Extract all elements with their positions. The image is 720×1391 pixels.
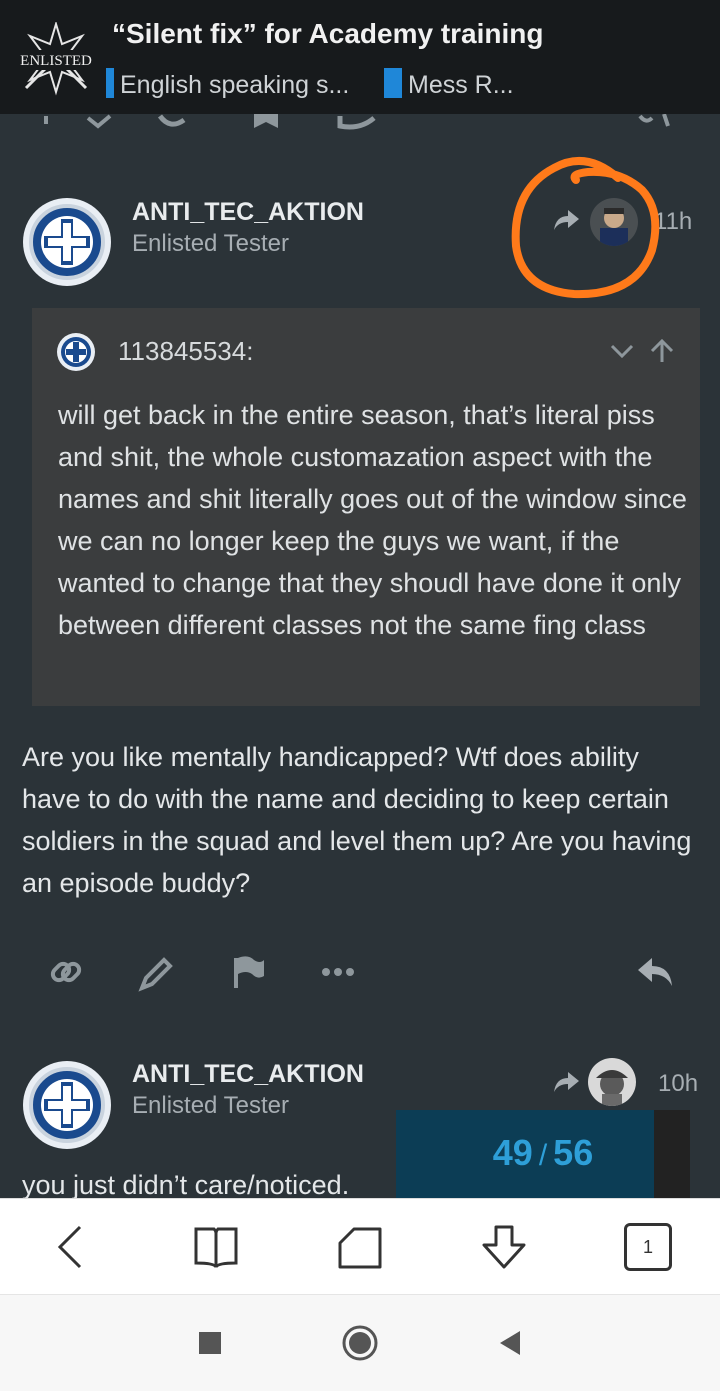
flag-icon[interactable] (228, 950, 268, 994)
progress-current: 49 (492, 1132, 533, 1173)
back-icon[interactable] (48, 1223, 96, 1271)
tab-count: 1 (642, 1237, 653, 1257)
circle-annotation (511, 157, 660, 299)
enlisted-logo[interactable]: ENLISTED (18, 22, 94, 98)
category-label: English speaking s... (120, 71, 350, 99)
home-icon[interactable] (336, 1223, 384, 1271)
post-body: Are you like mentally handicapped? Wtf d… (22, 742, 692, 898)
username[interactable]: ANTI_TEC_AKTION (132, 1060, 364, 1089)
edit-icon[interactable] (136, 950, 176, 994)
reply-to-icon[interactable] (552, 208, 580, 232)
user-avatar[interactable] (22, 197, 112, 287)
home-button-icon[interactable] (340, 1323, 380, 1363)
category-label: Mess R... (408, 71, 514, 99)
post-time[interactable]: 11h (654, 208, 692, 236)
link-icon[interactable] (46, 950, 86, 994)
topic-progress[interactable]: 49/56 (396, 1110, 690, 1200)
quote-block: 113845534: will get back in the entire s… (32, 308, 700, 706)
post-actions (0, 950, 720, 1000)
quote-expand-icons[interactable] (606, 338, 676, 364)
reply-icon[interactable] (636, 950, 676, 994)
category-badge-english[interactable]: English speaking s... (106, 68, 349, 100)
progress-separator: / (538, 1139, 548, 1172)
browser-toolbar: 1 (0, 1198, 720, 1295)
progress-total: 56 (553, 1132, 594, 1173)
download-icon[interactable] (480, 1223, 528, 1271)
replied-user-avatar[interactable] (590, 198, 638, 246)
recents-icon[interactable] (190, 1323, 230, 1363)
user-title: Enlisted Tester (132, 230, 289, 257)
category-badge-mess[interactable]: Mess R... (384, 68, 514, 100)
progress-edge (654, 1110, 690, 1200)
progress-count: 49/56 (396, 1132, 690, 1174)
quoted-username: 113845534: (118, 336, 254, 366)
replied-user-avatar[interactable] (588, 1058, 636, 1106)
reply-to-icon[interactable] (552, 1070, 580, 1094)
topic-title[interactable]: “Silent fix” for Academy training (112, 18, 543, 50)
username[interactable]: ANTI_TEC_AKTION (132, 198, 364, 227)
svg-text:ENLISTED: ENLISTED (20, 53, 92, 69)
topic-header: ENLISTED “Silent fix” for Academy traini… (0, 0, 720, 114)
quoted-text: will get back in the entire season, that… (58, 400, 687, 640)
back-nav-icon[interactable] (490, 1323, 530, 1363)
tabs-button[interactable]: 1 (624, 1223, 672, 1271)
user-avatar[interactable] (22, 1060, 112, 1150)
user-title: Enlisted Tester (132, 1092, 289, 1119)
post-body-partial: you just didn’t care/noticed. (22, 1170, 350, 1200)
system-nav-bar (0, 1294, 720, 1391)
bookmarks-icon[interactable] (192, 1223, 240, 1271)
quoted-user-avatar (57, 333, 95, 371)
post-time[interactable]: 10h (658, 1070, 698, 1098)
more-icon[interactable] (318, 950, 358, 994)
